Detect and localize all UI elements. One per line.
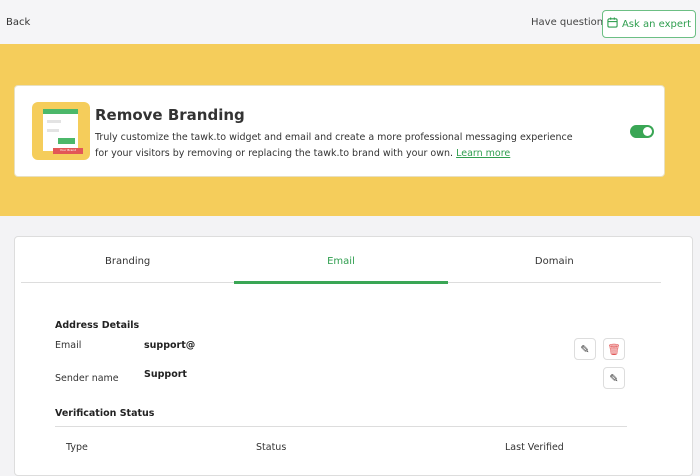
top-bar: Back Have questions? Ask an expert <box>0 0 700 44</box>
ask-expert-label: Ask an expert <box>621 18 692 30</box>
settings-panel: Branding Email Domain Address Details Em… <box>14 236 693 476</box>
edit-email-button[interactable]: ✎ <box>574 338 596 360</box>
tab-domain[interactable]: Domain <box>448 247 661 282</box>
trash-icon: 🗑 <box>607 342 621 356</box>
divider <box>55 426 627 427</box>
learn-more-link[interactable]: Learn more <box>456 148 510 159</box>
pencil-icon: ✎ <box>580 342 590 356</box>
verification-heading: Verification Status <box>55 408 155 419</box>
branding-illustration: Your Brand <box>32 102 90 160</box>
calendar-icon <box>607 17 618 31</box>
email-value: support@ <box>144 340 196 351</box>
column-last-verified: Last Verified <box>505 442 564 453</box>
edit-sender-button[interactable]: ✎ <box>603 367 625 389</box>
sender-name-label: Sender name <box>55 373 119 384</box>
promo-description: Truly customize the tawk.to widget and e… <box>95 132 573 159</box>
promo-title: Remove Branding <box>95 106 245 124</box>
email-label: Email <box>55 340 82 351</box>
tab-branding[interactable]: Branding <box>21 247 234 282</box>
ask-expert-button[interactable]: Ask an expert <box>602 10 696 38</box>
pencil-icon: ✎ <box>609 371 619 385</box>
tab-email[interactable]: Email <box>234 247 448 284</box>
delete-email-button[interactable]: 🗑 <box>603 338 625 360</box>
tab-bar: Branding Email Domain <box>21 247 661 284</box>
column-status: Status <box>256 442 287 453</box>
address-details-heading: Address Details <box>55 320 140 331</box>
back-link[interactable]: Back <box>6 17 30 28</box>
remove-branding-card: Your Brand Remove Branding Truly customi… <box>14 85 665 177</box>
remove-branding-toggle[interactable] <box>630 125 654 138</box>
sender-name-value: Support <box>144 369 187 380</box>
column-type: Type <box>66 442 88 453</box>
